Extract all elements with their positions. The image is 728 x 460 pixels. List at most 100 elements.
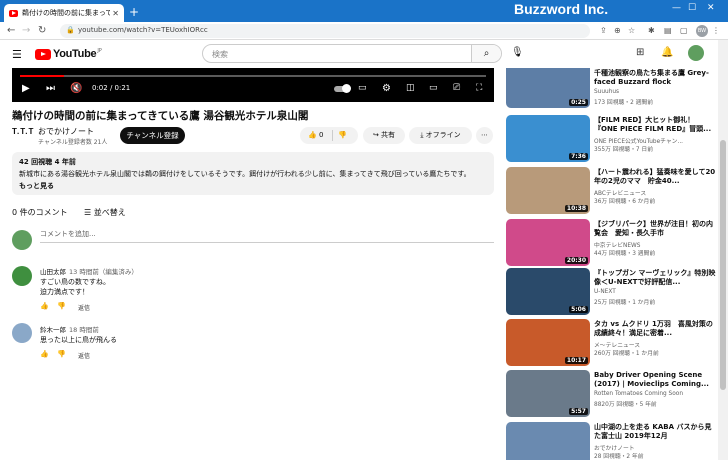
description-box[interactable]: 42 回視聴 4 年前 新城市にある湯谷観光ホテル泉山閣では鵜の餌付けをしている… bbox=[12, 152, 494, 195]
youtube-logo[interactable]: YouTube JP bbox=[35, 48, 102, 60]
next-video-icon[interactable]: ⏭ bbox=[46, 83, 55, 94]
share-icon: ↪ bbox=[372, 131, 379, 139]
recommendation-item[interactable]: 7:36 【FILM RED】大ヒット御礼！『ONE PIECE FILM RE… bbox=[506, 115, 718, 163]
notifications-bell-icon[interactable]: 🔔 bbox=[661, 47, 673, 58]
add-comment-input[interactable]: コメントを追加... bbox=[40, 229, 494, 243]
search-box[interactable]: 検索 ⌕ bbox=[202, 44, 502, 63]
recommendation-meta: 25万 回視聴・1 か月前 bbox=[594, 300, 656, 306]
forward-icon[interactable]: → bbox=[22, 25, 30, 36]
theater-mode-icon[interactable]: ▭ bbox=[429, 83, 438, 93]
video-title: 鵜付けの時間の前に集まってきている鷹 湯谷観光ホテル泉山閣 bbox=[12, 110, 309, 122]
video-thumbnail[interactable]: 0:25 bbox=[506, 68, 590, 108]
tab-search-icon[interactable]: ▢ bbox=[680, 26, 688, 35]
tab-title: 鵜付けの時間の前に集まってきている bbox=[22, 9, 111, 17]
subscribe-button[interactable]: チャンネル登録 bbox=[120, 127, 185, 144]
comment-avatar[interactable] bbox=[12, 323, 32, 343]
share-label: 共有 bbox=[381, 131, 396, 139]
sort-button[interactable]: ☰ 並べ替え bbox=[84, 207, 126, 218]
comment-author[interactable]: 山田太郎 bbox=[40, 268, 66, 276]
bookmark-icon[interactable]: ☆ bbox=[628, 26, 635, 35]
recommendation-item[interactable]: 10:17 タカ vs ムクドリ 1万羽 喜風対策の成績終々！満足に密着... … bbox=[506, 319, 718, 367]
recommendation-title[interactable]: 【ジブリパーク】世界が注目！初の内覧会 愛知・長久手市 bbox=[594, 220, 716, 238]
recommendation-channel[interactable]: Suuuhus bbox=[594, 89, 619, 95]
microphone-icon[interactable]: 🎙 bbox=[511, 47, 524, 58]
search-button[interactable]: ⌕ bbox=[471, 45, 501, 62]
lock-icon: 🔒 bbox=[66, 26, 75, 34]
recommendation-item[interactable]: 20:30 【ジブリパーク】世界が注目！初の内覧会 愛知・長久手市 中京テレビN… bbox=[506, 219, 718, 267]
browser-tab[interactable]: 鵜付けの時間の前に集まってきている ✕ bbox=[4, 4, 124, 22]
video-player[interactable]: ▶ ⏭ 🔇 0:02 / 0:21 ▭ ⚙ ◫ ▭ ⎚ ⛶ bbox=[12, 68, 494, 102]
autoplay-toggle[interactable] bbox=[334, 84, 351, 93]
account-avatar[interactable] bbox=[688, 45, 704, 61]
video-thumbnail[interactable] bbox=[506, 422, 590, 460]
video-thumbnail[interactable]: 10:17 bbox=[506, 319, 590, 366]
recommendation-item[interactable]: 山中湖の上を走る KABA バスから見た富士山 2019年12月 おでかけノート… bbox=[506, 422, 718, 460]
mute-icon[interactable]: 🔇 bbox=[70, 83, 82, 94]
channel-name[interactable]: おでかけノート bbox=[38, 126, 94, 137]
back-icon[interactable]: ← bbox=[7, 25, 15, 36]
comment-author[interactable]: 鈴木一郎 bbox=[40, 326, 66, 334]
hamburger-menu-icon[interactable]: ☰ bbox=[12, 48, 22, 61]
comment-dislike-icon[interactable]: 👎 bbox=[57, 302, 66, 310]
recommendation-meta: 36万 回視聴・6 か月前 bbox=[594, 199, 656, 205]
recommendation-title[interactable]: 山中湖の上を走る KABA バスから見た富士山 2019年12月 bbox=[594, 423, 716, 441]
sort-icon: ☰ bbox=[84, 208, 92, 217]
play-icon[interactable]: ▶ bbox=[22, 83, 30, 94]
recommendation-title[interactable]: Baby Driver Opening Scene (2017) | Movie… bbox=[594, 371, 716, 389]
recommendation-title[interactable]: 千種池観察の鳥たち集まる鷹 Grey-faced Buzzard flock bbox=[594, 69, 716, 87]
comment-like-icon[interactable]: 👍 bbox=[40, 350, 49, 358]
page-scrollbar[interactable] bbox=[718, 40, 728, 460]
recommendation-item[interactable]: 10:38 【ハート震われる】猛奏味を愛して20年の2児のママ 貯金40... … bbox=[506, 167, 718, 215]
recommendation-item[interactable]: 0:25 千種池観察の鳥たち集まる鷹 Grey-faced Buzzard fl… bbox=[506, 68, 718, 109]
minimize-icon[interactable]: — bbox=[672, 3, 681, 13]
comment-dislike-icon[interactable]: 👎 bbox=[57, 350, 66, 358]
scrollbar-thumb[interactable] bbox=[720, 140, 726, 390]
show-more-link[interactable]: もっと見る bbox=[19, 181, 487, 191]
like-button[interactable]: 👍 0 bbox=[308, 127, 323, 144]
offline-button[interactable]: ⤓ オフライン bbox=[409, 127, 472, 144]
video-thumbnail[interactable]: 5:06 bbox=[506, 268, 590, 315]
recommendation-title[interactable]: タカ vs ムクドリ 1万羽 喜風対策の成績終々！満足に密着... bbox=[594, 320, 716, 338]
extensions-icon[interactable]: ✱ bbox=[648, 26, 655, 35]
zoom-icon[interactable]: ⊕ bbox=[614, 26, 621, 35]
recommendation-item[interactable]: 5:06 『トップガン マーヴェリック』特別映像＜U-NEXTで好評配信... … bbox=[506, 268, 718, 316]
video-thumbnail[interactable]: 20:30 bbox=[506, 219, 590, 266]
recommendation-title[interactable]: 『トップガン マーヴェリック』特別映像＜U-NEXTで好評配信... bbox=[594, 269, 716, 287]
maximize-icon[interactable]: ☐ bbox=[688, 3, 696, 13]
reload-icon[interactable]: ↻ bbox=[38, 25, 46, 36]
create-video-icon[interactable]: ⊞ bbox=[636, 47, 644, 58]
url-field[interactable]: 🔒 youtube.com/watch?v=TEUoxhIORcc bbox=[60, 24, 590, 38]
recommendation-item[interactable]: 5:57 Baby Driver Opening Scene (2017) | … bbox=[506, 370, 718, 418]
subtitles-icon[interactable]: ▭ bbox=[358, 83, 367, 93]
like-divider bbox=[332, 130, 333, 141]
recommendation-title[interactable]: 【FILM RED】大ヒット御礼！『ONE PIECE FILM RED』冒頭.… bbox=[594, 116, 716, 134]
my-avatar bbox=[12, 230, 32, 250]
progress-bar[interactable] bbox=[20, 75, 486, 77]
close-window-icon[interactable]: ✕ bbox=[707, 3, 715, 13]
video-thumbnail[interactable]: 5:57 bbox=[506, 370, 590, 417]
fullscreen-icon[interactable]: ⛶ bbox=[476, 83, 482, 93]
new-tab-button[interactable]: + bbox=[129, 5, 139, 19]
recommendation-channel[interactable]: Rotten Tomatoes Coming Soon bbox=[594, 391, 683, 397]
more-actions-button[interactable]: ⋯ bbox=[476, 127, 493, 144]
close-tab-icon[interactable]: ✕ bbox=[112, 9, 119, 18]
settings-gear-icon[interactable]: ⚙ bbox=[382, 83, 391, 94]
recommendation-meta: 355万 回視聴・7 日前 bbox=[594, 147, 654, 153]
comment-avatar[interactable] bbox=[12, 266, 32, 286]
video-thumbnail[interactable]: 10:38 bbox=[506, 167, 590, 214]
miniplayer-icon[interactable]: ◫ bbox=[406, 83, 415, 93]
browser-profile-avatar[interactable]: BW bbox=[696, 25, 708, 37]
channel-avatar[interactable]: T.T.T bbox=[12, 127, 34, 143]
share-button[interactable]: ↪ 共有 bbox=[363, 127, 405, 144]
reply-button[interactable]: 返信 bbox=[78, 351, 90, 360]
recommendation-title[interactable]: 【ハート震われる】猛奏味を愛して20年の2児のママ 貯金40... bbox=[594, 168, 716, 186]
cast-icon[interactable]: ⎚ bbox=[453, 83, 460, 93]
video-thumbnail[interactable]: 7:36 bbox=[506, 115, 590, 162]
reply-button[interactable]: 返信 bbox=[78, 303, 90, 312]
dislike-button[interactable]: 👎 bbox=[338, 127, 347, 144]
sidepanel-icon[interactable]: ▤ bbox=[664, 26, 672, 35]
browser-menu-icon[interactable]: ⋮ bbox=[712, 26, 720, 35]
recommendation-channel[interactable]: U-NEXT bbox=[594, 289, 616, 295]
share-page-icon[interactable]: ⇪ bbox=[600, 26, 607, 35]
comment-like-icon[interactable]: 👍 bbox=[40, 302, 49, 310]
